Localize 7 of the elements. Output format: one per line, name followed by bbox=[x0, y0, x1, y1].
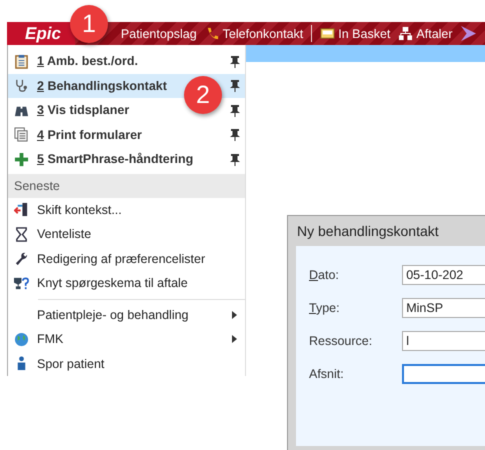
field-label: Dato: bbox=[308, 268, 340, 282]
dialog-title: Ny behandlingskontakt bbox=[296, 222, 440, 241]
field-label: Afsnit: bbox=[308, 366, 345, 380]
field-label: Ressource: bbox=[308, 334, 374, 348]
callout-tooltip: 1 bbox=[70, 5, 108, 43]
field-label: Type: bbox=[308, 300, 341, 314]
section-header: Seneste bbox=[8, 174, 245, 198]
